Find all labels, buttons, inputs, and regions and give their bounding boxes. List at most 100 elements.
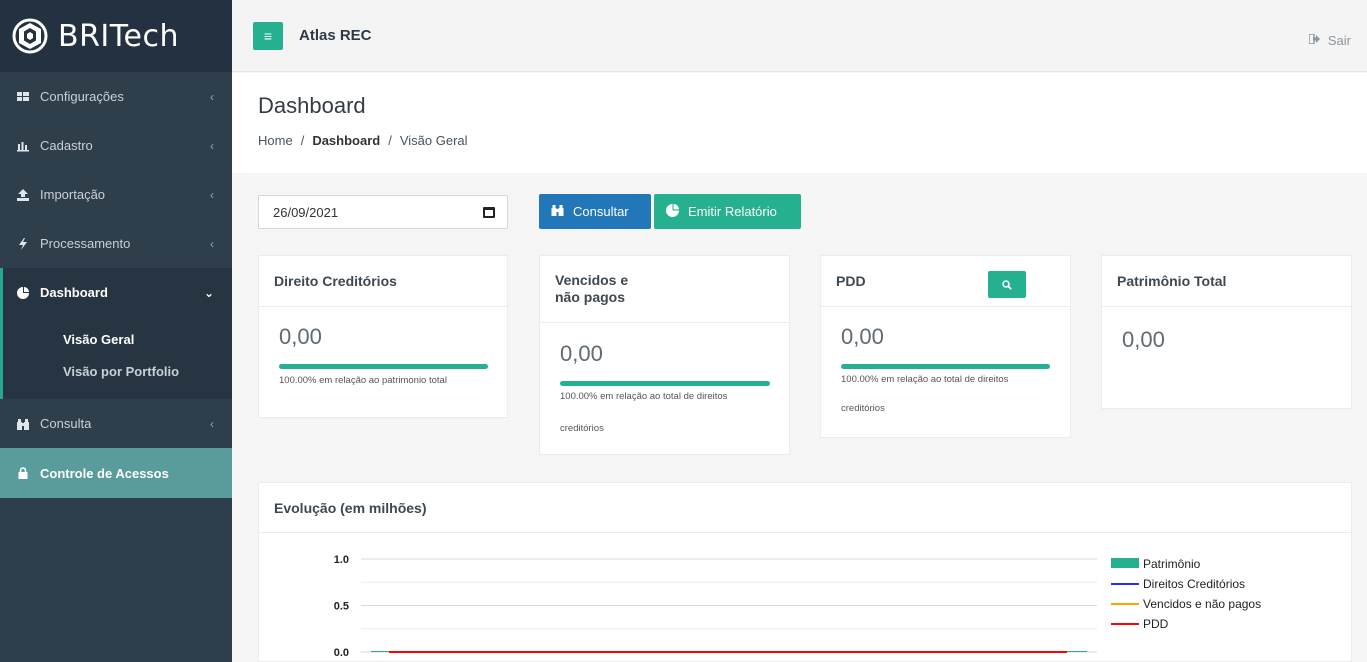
upload-icon — [16, 188, 30, 201]
pdd-search-button[interactable] — [988, 271, 1026, 298]
brand-name: BRITech — [58, 18, 179, 54]
sidebar-item-configuracoes[interactable]: Configurações ‹ — [0, 72, 232, 121]
y-tick-label: 1.0 — [334, 554, 349, 566]
card-value: 0,00 — [1122, 327, 1165, 352]
grid-icon — [16, 91, 30, 103]
card-body: 0,00 — [1102, 327, 1351, 353]
card-body: 0,00 100.00% em relação ao total de dire… — [821, 324, 1070, 416]
card-value: 0,00 — [279, 324, 322, 349]
brand-logo-icon — [12, 18, 48, 54]
card-value: 0,00 — [841, 324, 884, 349]
card-note-line1: 100.00% em relação ao total de direitos — [841, 374, 1009, 385]
consultar-label: Consultar — [573, 204, 629, 219]
topbar: ≡ Atlas REC Sair — [232, 0, 1367, 72]
breadcrumb-separator: / — [388, 133, 392, 148]
consultar-button[interactable]: Consultar — [539, 194, 651, 229]
card-note-line2: creditórios — [560, 423, 604, 434]
sidebar-item-label: Configurações — [40, 89, 124, 104]
card-title: PDD — [821, 256, 1070, 307]
card-note: 100.00% em relação ao patrimonio total — [279, 375, 447, 386]
card-body: 0,00 100.00% em relação ao patrimonio to… — [259, 324, 507, 388]
bar-patrim-nio — [1067, 651, 1087, 652]
sidebar-item-dashboard[interactable]: Dashboard ⌄ — [0, 268, 232, 317]
bar-chart-icon — [16, 140, 30, 152]
card-title-text: PDD — [836, 273, 866, 289]
progress-bar — [560, 381, 770, 386]
sidebar-item-label: Importação — [40, 187, 106, 202]
chevron-left-icon: ‹ — [210, 138, 214, 153]
chevron-left-icon: ‹ — [210, 236, 214, 251]
chevron-left-icon: ‹ — [210, 89, 214, 104]
logout-link[interactable]: Sair — [1308, 33, 1351, 48]
progress-bar — [841, 364, 1050, 369]
lock-icon — [16, 467, 30, 479]
date-input[interactable]: 26/09/2021 — [258, 195, 508, 229]
y-tick-label: 0.0 — [334, 647, 349, 659]
emitir-relatorio-button[interactable]: Emitir Relatório — [654, 194, 801, 229]
sidebar-item-label: Processamento — [40, 236, 131, 251]
evolution-chart: 1.0 0.5 0.0 Patrimônio Direitos Creditórios V… — [334, 554, 1261, 659]
pie-chart-icon — [16, 286, 30, 299]
card-vencidos-nao-pagos: Vencidos e não pagos 0,00 100.00% em rel… — [539, 255, 790, 455]
page-title: Dashboard — [258, 93, 366, 118]
legend-label: Patrimônio — [1143, 557, 1201, 571]
app-name: Atlas REC — [299, 27, 372, 44]
legend-label: PDD — [1143, 617, 1169, 631]
calendar-icon[interactable] — [483, 206, 495, 218]
binoculars-icon — [551, 204, 564, 219]
bolt-icon — [16, 237, 30, 250]
sidebar-item-controle-acessos[interactable]: Controle de Acessos — [0, 448, 232, 498]
card-title-line1: Vencidos e — [555, 272, 629, 288]
card-patrimonio-total: Patrimônio Total 0,00 — [1101, 255, 1352, 409]
hamburger-icon: ≡ — [263, 27, 273, 44]
breadcrumb: Home / Dashboard / Visão Geral — [258, 133, 1367, 148]
binoculars-icon — [16, 418, 30, 430]
date-value: 26/09/2021 — [273, 204, 339, 220]
breadcrumb-section[interactable]: Dashboard — [312, 133, 380, 148]
page-header: Dashboard Home / Dashboard / Visão Geral — [232, 73, 1367, 173]
chevron-left-icon: ‹ — [210, 416, 214, 431]
card-body: 0,00 100.00% em relação ao total de dire… — [540, 341, 789, 436]
progress-bar — [279, 364, 488, 369]
sidebar-item-label: Consulta — [40, 416, 92, 431]
sidebar-nav: Configurações ‹ Cadastro ‹ Importação ‹ … — [0, 72, 232, 498]
sidebar-item-importacao[interactable]: Importação ‹ — [0, 170, 232, 219]
legend-label: Vencidos e não pagos — [1143, 597, 1261, 611]
sidebar-item-label: Cadastro — [40, 138, 93, 153]
chevron-left-icon: ‹ — [210, 187, 214, 202]
pie-chart-icon — [666, 203, 679, 220]
card-value: 0,00 — [560, 341, 603, 366]
sidebar-item-processamento[interactable]: Processamento ‹ — [0, 219, 232, 268]
chart-panel: Evolução (em milhões) 1.0 0.5 0.0 Patrimôni… — [258, 482, 1352, 662]
chart-title: Evolução (em milhões) — [259, 483, 1351, 533]
y-tick-label: 0.5 — [334, 601, 349, 613]
breadcrumb-separator: / — [300, 133, 305, 148]
breadcrumb-home[interactable]: Home — [258, 133, 293, 148]
legend-label: Direitos Creditórios — [1143, 577, 1245, 591]
card-note-line2: creditórios — [841, 403, 885, 414]
sidebar: BRITech Configurações ‹ Cadastro ‹ Impor… — [0, 0, 232, 662]
brand[interactable]: BRITech — [0, 0, 232, 72]
sidebar-item-cadastro[interactable]: Cadastro ‹ — [0, 121, 232, 170]
card-direitos-creditorios: Direito Creditórios 0,00 100.00% em rela… — [258, 255, 508, 418]
card-title-text: Patrimônio Total — [1117, 273, 1227, 289]
sidebar-subitem-visao-geral[interactable]: Visão Geral — [3, 323, 232, 355]
card-title-line2: não pagos — [555, 289, 626, 305]
emitir-relatorio-label: Emitir Relatório — [688, 204, 777, 219]
sidebar-subitem-visao-portfolio[interactable]: Visão por Portfolio — [3, 355, 232, 387]
sidebar-item-label: Dashboard — [40, 285, 108, 300]
card-note-line1: 100.00% em relação ao total de direitos — [560, 391, 728, 402]
legend-swatch — [1111, 558, 1139, 568]
card-title: Vencidos e não pagos — [540, 256, 789, 323]
card-title: Direito Creditórios — [259, 256, 507, 307]
bar-patrim-nio — [371, 651, 391, 652]
sidebar-item-consulta[interactable]: Consulta ‹ — [0, 399, 232, 448]
card-title: Patrimônio Total — [1102, 256, 1351, 307]
search-icon — [1002, 279, 1012, 290]
menu-toggle-button[interactable]: ≡ — [253, 21, 283, 50]
sign-out-icon — [1308, 33, 1320, 47]
card-title-text: Direito Creditórios — [274, 273, 397, 289]
logout-label: Sair — [1327, 33, 1351, 48]
chevron-down-icon: ⌄ — [203, 285, 214, 300]
breadcrumb-current: Visão Geral — [399, 133, 468, 148]
